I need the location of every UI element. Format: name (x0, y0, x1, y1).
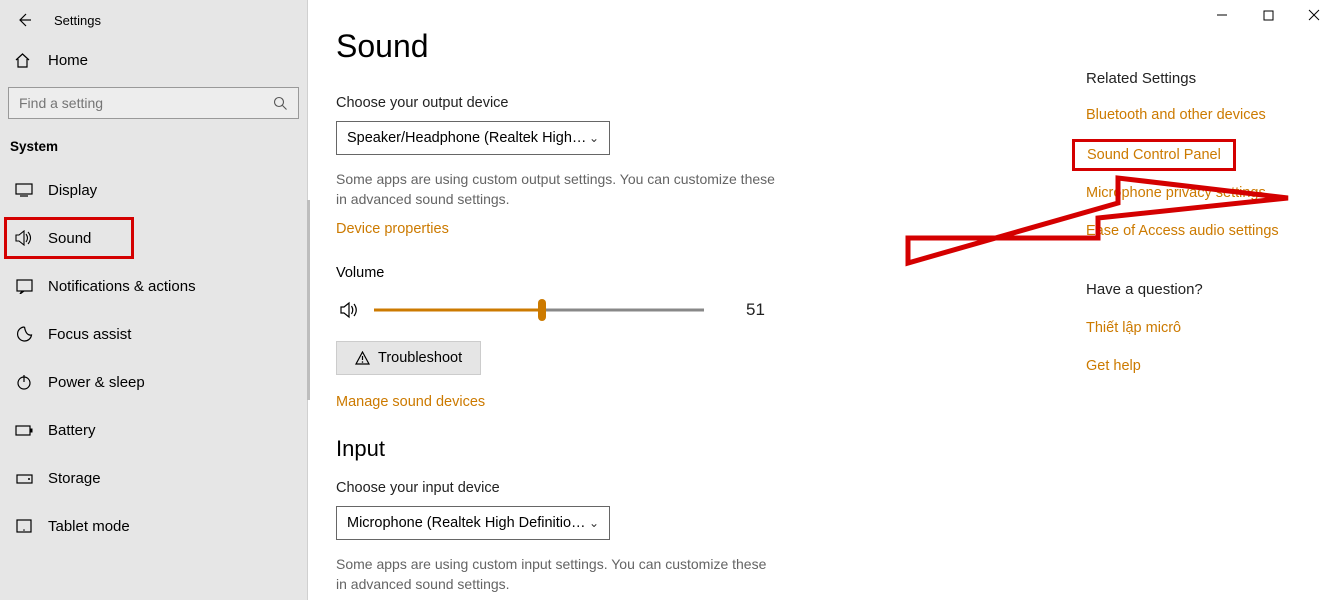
sidebar-item-storage[interactable]: Storage (0, 454, 307, 502)
display-icon (14, 183, 34, 197)
related-settings-title: Related Settings (1086, 70, 1279, 87)
home-button[interactable]: Home (0, 40, 307, 81)
sidebar-item-notifications[interactable]: Notifications & actions (0, 262, 307, 310)
main-content: Sound Choose your output device Speaker/… (336, 28, 1066, 600)
app-title: Settings (54, 13, 101, 28)
link-ease-of-access-audio[interactable]: Ease of Access audio settings (1086, 223, 1279, 239)
right-column: Related Settings Bluetooth and other dev… (1086, 28, 1279, 600)
troubleshoot-label: Troubleshoot (378, 350, 462, 366)
window-maximize-button[interactable] (1245, 0, 1291, 30)
power-icon (14, 374, 34, 390)
link-setup-microphone[interactable]: Thiết lập micrô (1086, 320, 1279, 336)
sidebar: Settings Home System Display Sound (0, 0, 308, 600)
speaker-icon[interactable] (340, 301, 360, 319)
page-title: Sound (336, 28, 1066, 65)
volume-slider[interactable] (374, 299, 704, 321)
sidebar-item-label: Notifications & actions (48, 278, 196, 295)
have-question-title: Have a question? (1086, 281, 1279, 298)
sidebar-item-label: Storage (48, 470, 101, 487)
link-bluetooth-devices[interactable]: Bluetooth and other devices (1086, 107, 1279, 123)
output-desc: Some apps are using custom output settin… (336, 169, 776, 210)
search-field[interactable] (19, 95, 273, 111)
output-device-select[interactable]: Speaker/Headphone (Realtek High… ⌄ (336, 121, 610, 155)
sidebar-item-battery[interactable]: Battery (0, 406, 307, 454)
sidebar-item-label: Tablet mode (48, 518, 130, 535)
volume-label: Volume (336, 265, 1066, 281)
nav-section-title: System (0, 133, 307, 166)
sidebar-item-label: Power & sleep (48, 374, 145, 391)
tablet-icon (14, 519, 34, 533)
sidebar-item-sound[interactable]: Sound (0, 214, 307, 262)
warning-icon (355, 351, 370, 365)
notifications-icon (14, 279, 34, 294)
troubleshoot-button[interactable]: Troubleshoot (336, 341, 481, 375)
sidebar-item-label: Battery (48, 422, 96, 439)
input-heading: Input (336, 436, 1066, 462)
chevron-down-icon: ⌄ (589, 516, 599, 530)
sidebar-item-tablet-mode[interactable]: Tablet mode (0, 502, 307, 550)
input-device-label: Choose your input device (336, 480, 1066, 496)
sidebar-item-label: Display (48, 182, 97, 199)
volume-slider-thumb[interactable] (538, 299, 546, 321)
search-icon (273, 96, 288, 111)
battery-icon (14, 425, 34, 436)
output-device-label: Choose your output device (336, 95, 1066, 111)
window-close-button[interactable] (1291, 0, 1337, 30)
sidebar-item-focus-assist[interactable]: Focus assist (0, 310, 307, 358)
manage-sound-devices-link[interactable]: Manage sound devices (336, 394, 485, 410)
input-desc: Some apps are using custom input setting… (336, 554, 776, 595)
annotation-highlight-box: Sound Control Panel (1072, 139, 1236, 171)
sidebar-item-label: Focus assist (48, 326, 131, 343)
window-minimize-button[interactable] (1199, 0, 1245, 30)
back-arrow-icon[interactable] (14, 12, 34, 28)
output-device-properties-link[interactable]: Device properties (336, 221, 449, 237)
sidebar-item-power-sleep[interactable]: Power & sleep (0, 358, 307, 406)
focus-assist-icon (14, 326, 34, 343)
storage-icon (14, 472, 34, 484)
sidebar-item-display[interactable]: Display (0, 166, 307, 214)
search-input[interactable] (8, 87, 299, 119)
volume-value: 51 (746, 300, 765, 320)
output-device-selected: Speaker/Headphone (Realtek High… (347, 130, 586, 146)
input-device-selected: Microphone (Realtek High Definitio… (347, 515, 586, 531)
link-get-help[interactable]: Get help (1086, 358, 1279, 374)
link-microphone-privacy[interactable]: Microphone privacy settings (1086, 185, 1279, 201)
home-icon (14, 52, 34, 69)
link-sound-control-panel[interactable]: Sound Control Panel (1087, 147, 1221, 163)
input-device-select[interactable]: Microphone (Realtek High Definitio… ⌄ (336, 506, 610, 540)
home-label: Home (48, 52, 88, 69)
annotation-highlight-box (4, 217, 134, 259)
chevron-down-icon: ⌄ (589, 131, 599, 145)
